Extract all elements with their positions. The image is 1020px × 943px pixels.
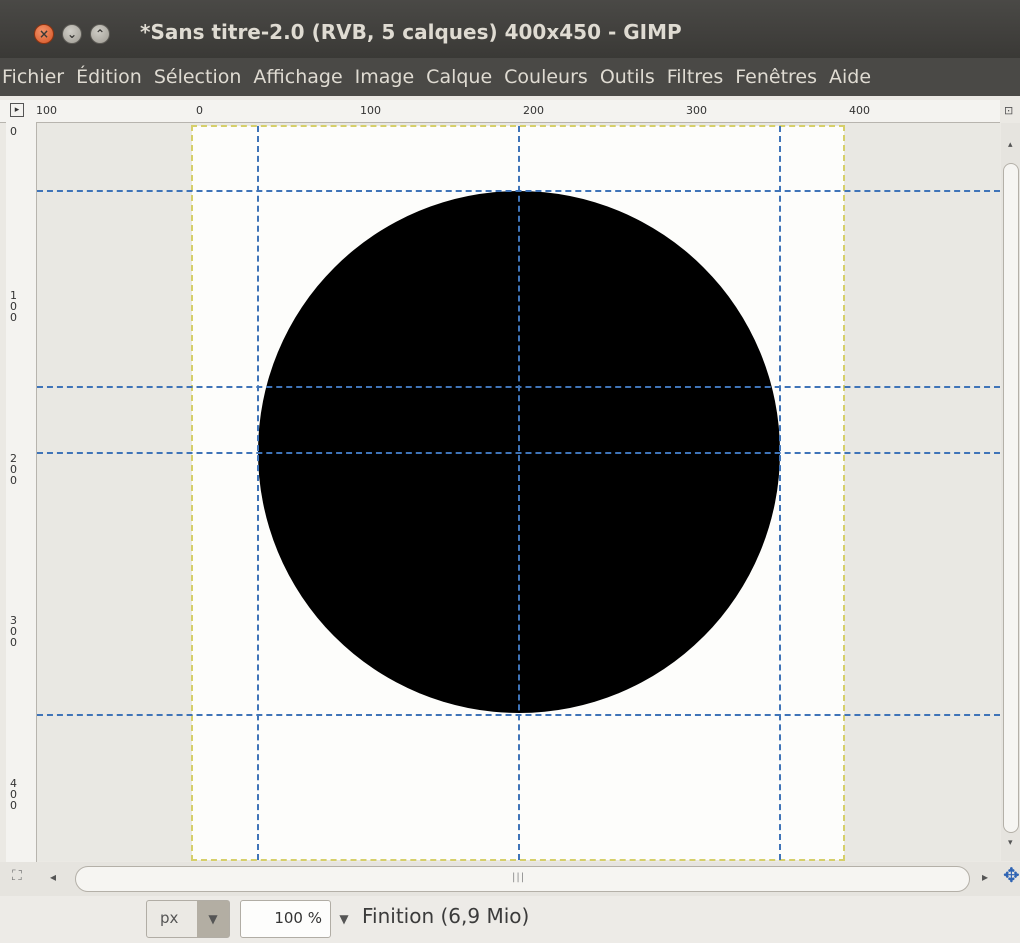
menu-fichier[interactable]: Fichier bbox=[0, 66, 70, 88]
ruler-label: 0 bbox=[10, 125, 17, 138]
vertical-guide[interactable] bbox=[518, 126, 520, 860]
window-title: *Sans titre-2.0 (RVB, 5 calques) 400x450… bbox=[140, 20, 682, 44]
title-bar: × ⌄ ⌃ *Sans titre-2.0 (RVB, 5 calques) 4… bbox=[0, 0, 1020, 58]
unit-dropdown-icon[interactable]: ▼ bbox=[197, 901, 229, 937]
maximize-button[interactable]: ⌃ bbox=[90, 24, 110, 44]
zoom-fit-icon[interactable]: ⊡ bbox=[1004, 104, 1018, 118]
vertical-guide[interactable] bbox=[257, 126, 259, 860]
scroll-grip: ||| bbox=[512, 872, 526, 883]
vertical-guide[interactable] bbox=[779, 126, 781, 860]
ruler-label: 400 bbox=[849, 104, 870, 117]
minimize-button[interactable]: ⌄ bbox=[62, 24, 82, 44]
close-icon: × bbox=[38, 27, 50, 41]
zoom-dropdown-icon[interactable]: ▼ bbox=[334, 904, 354, 934]
menu-arrow-icon[interactable]: ▸ bbox=[10, 103, 24, 117]
navigate-icon[interactable]: ✥ bbox=[1003, 863, 1020, 887]
scroll-left-icon[interactable]: ◂ bbox=[50, 870, 56, 884]
vertical-scroll-thumb[interactable] bbox=[1003, 163, 1019, 833]
menu-couleurs[interactable]: Couleurs bbox=[498, 66, 594, 88]
close-button[interactable]: × bbox=[34, 24, 54, 44]
menu-image[interactable]: Image bbox=[349, 66, 421, 88]
ruler-label: 400 bbox=[10, 777, 17, 812]
unit-value: px bbox=[160, 909, 179, 927]
maximize-icon: ⌃ bbox=[94, 27, 106, 41]
status-message: Finition (6,9 Mio) bbox=[362, 904, 530, 928]
ruler-label: 300 bbox=[686, 104, 707, 117]
menu-outils[interactable]: Outils bbox=[594, 66, 661, 88]
menu-calque[interactable]: Calque bbox=[420, 66, 498, 88]
ruler-label: 100 bbox=[360, 104, 381, 117]
menu-fenetres[interactable]: Fenêtres bbox=[729, 66, 823, 88]
menu-bar: Fichier Édition Sélection Affichage Imag… bbox=[0, 58, 1020, 96]
zoom-value: 100 % bbox=[274, 909, 322, 927]
scroll-up-icon[interactable]: ▴ bbox=[1008, 140, 1013, 150]
quick-mask-icon[interactable]: ⛶ bbox=[12, 868, 22, 884]
menu-aide[interactable]: Aide bbox=[823, 66, 877, 88]
minimize-icon: ⌄ bbox=[66, 27, 78, 41]
menu-selection[interactable]: Sélection bbox=[148, 66, 248, 88]
ruler-label: 100 bbox=[10, 289, 17, 324]
ruler-label: 0 bbox=[196, 104, 203, 117]
vertical-ruler[interactable] bbox=[6, 122, 37, 862]
ruler-label: 300 bbox=[10, 614, 17, 649]
menu-filtres[interactable]: Filtres bbox=[661, 66, 730, 88]
scroll-down-icon[interactable]: ▾ bbox=[1008, 838, 1013, 848]
ruler-label: 100 bbox=[36, 104, 57, 117]
menu-edition[interactable]: Édition bbox=[70, 66, 148, 88]
ruler-label: 200 bbox=[10, 452, 17, 487]
scroll-right-icon[interactable]: ▸ bbox=[982, 870, 988, 884]
menu-affichage[interactable]: Affichage bbox=[247, 66, 348, 88]
ruler-label: 200 bbox=[523, 104, 544, 117]
